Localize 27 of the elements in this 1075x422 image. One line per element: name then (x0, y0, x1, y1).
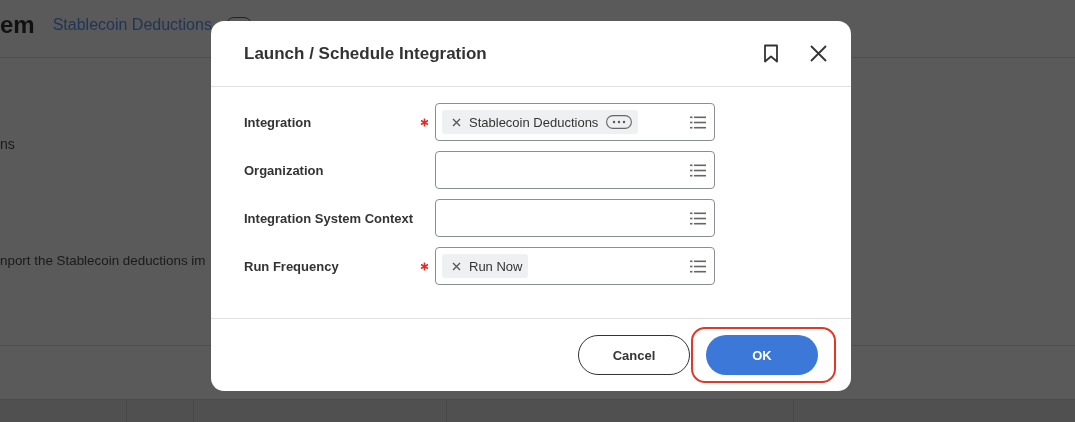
description-text: nport the Stablecoin deductions im (0, 253, 206, 268)
input-field[interactable]: Stablecoin Deductions (435, 103, 715, 141)
selected-chip[interactable]: Stablecoin Deductions (442, 110, 639, 134)
input-field[interactable]: Run Now (435, 247, 715, 285)
field-label: Integration System Context (244, 210, 415, 226)
more-icon[interactable] (606, 115, 633, 129)
list-icon[interactable] (690, 115, 706, 129)
cancel-button[interactable]: Cancel (578, 335, 690, 375)
page-title: em (0, 10, 35, 40)
input-field[interactable] (435, 199, 715, 237)
close-icon[interactable] (810, 45, 827, 62)
input-field[interactable] (435, 151, 715, 189)
ok-button[interactable]: OK (706, 335, 818, 375)
bookmark-icon[interactable] (763, 44, 779, 63)
list-icon[interactable] (690, 259, 706, 273)
list-icon[interactable] (690, 211, 706, 225)
remove-icon[interactable] (452, 117, 461, 127)
selected-chip[interactable]: Run Now (442, 254, 529, 278)
chip-label: Stablecoin Deductions (469, 114, 599, 130)
field-label: Run Frequency (244, 258, 340, 274)
list-icon[interactable] (690, 163, 706, 177)
field-label: Organization (244, 162, 325, 178)
body-text: ns (0, 136, 15, 152)
remove-icon[interactable] (452, 261, 461, 271)
field-label: Integration (244, 114, 313, 130)
chip-label: Run Now (469, 258, 523, 274)
dialog-title: Launch / Schedule Integration (244, 43, 487, 64)
